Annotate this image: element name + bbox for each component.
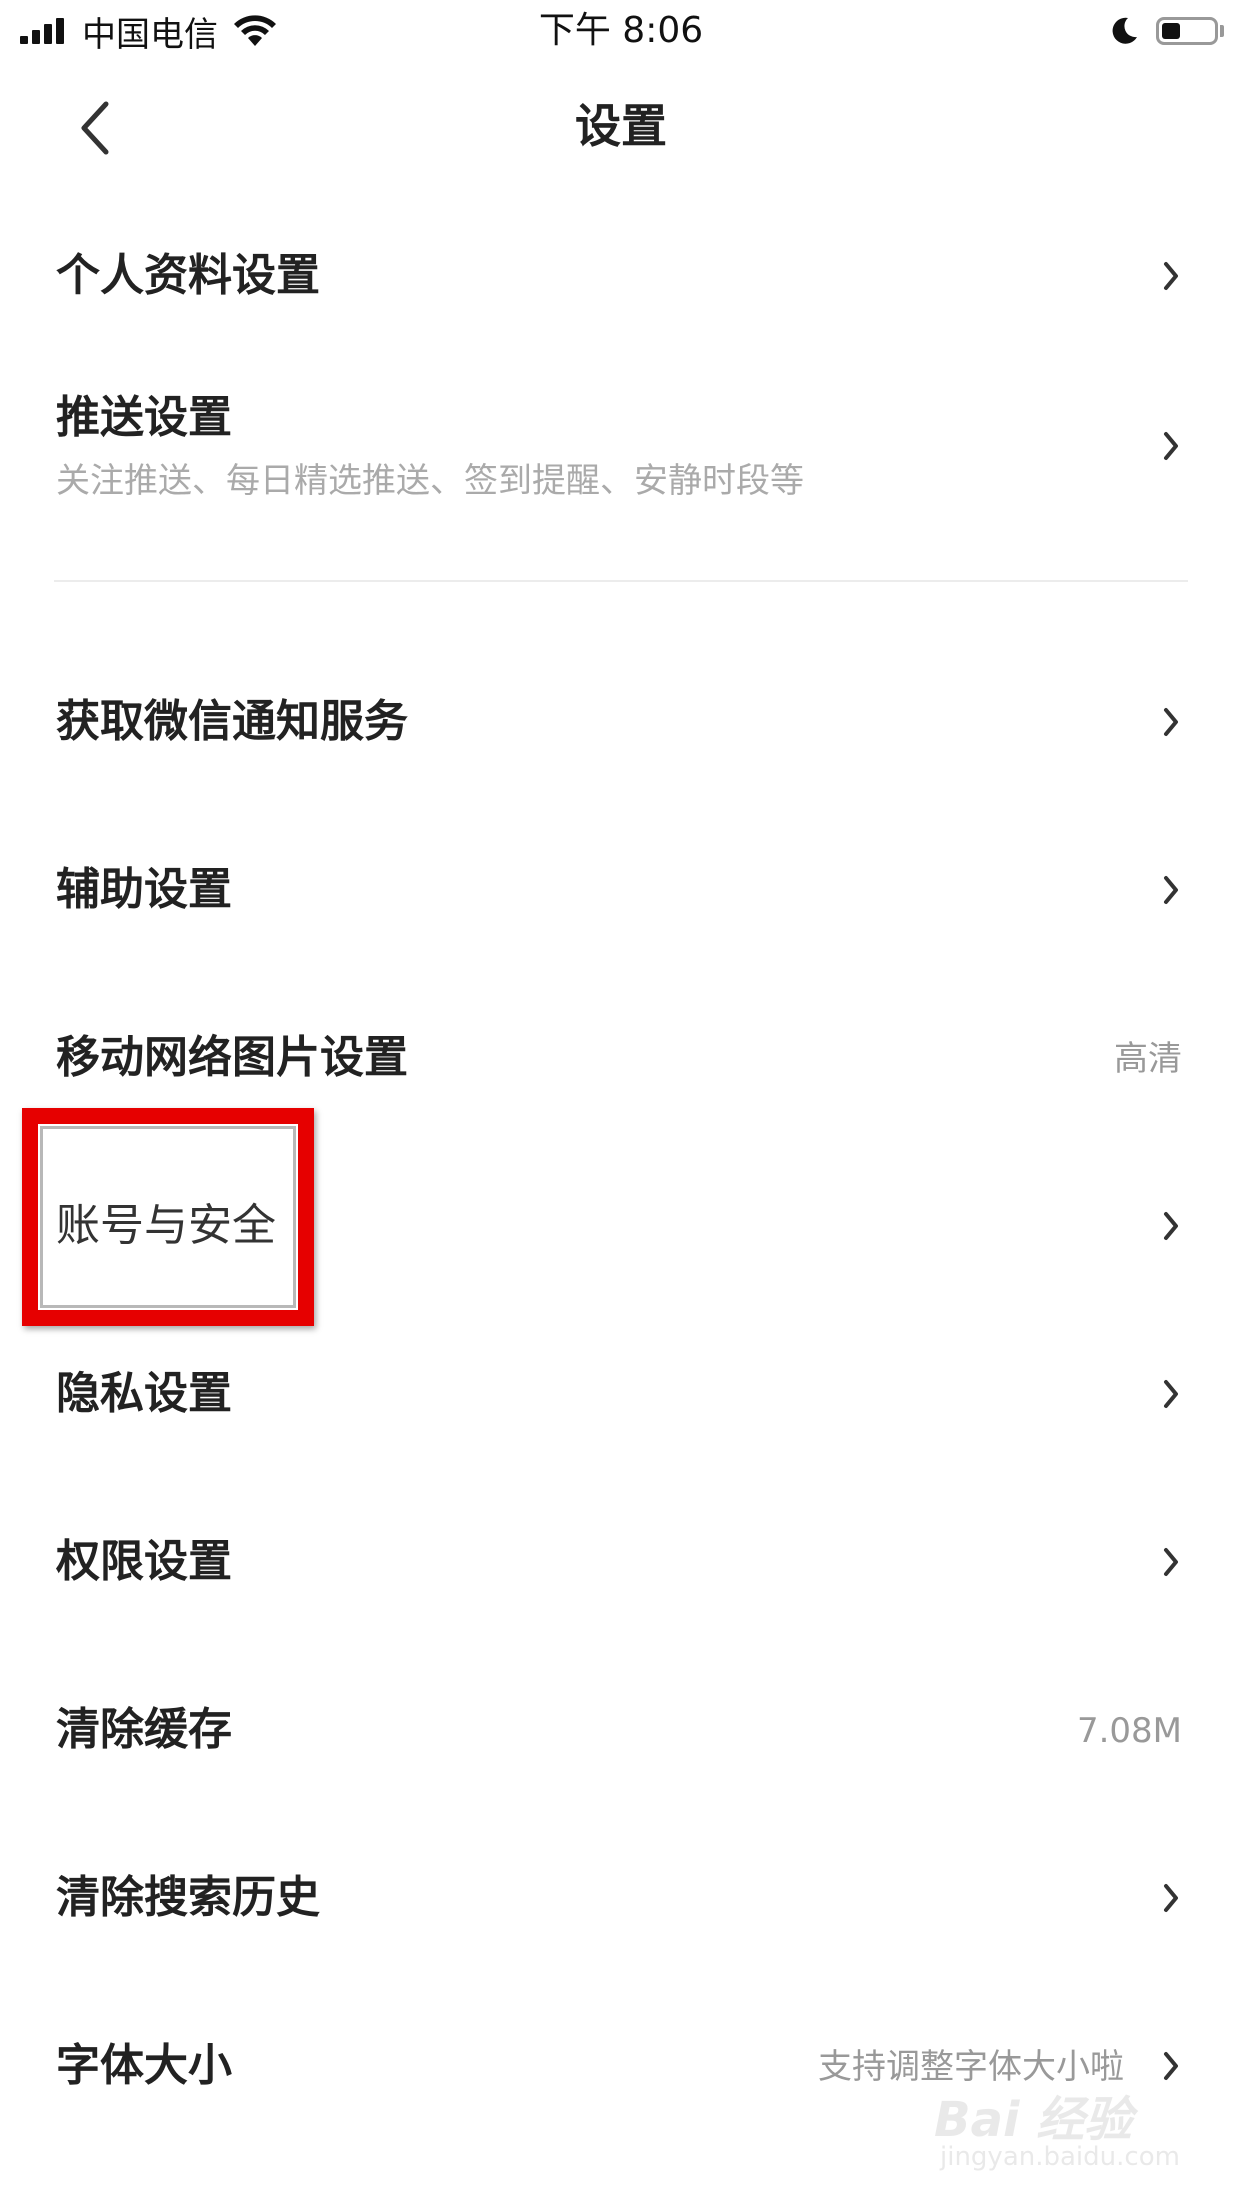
row-wechat-notify[interactable]: 获取微信通知服务 <box>0 662 1242 782</box>
row-label: 获取微信通知服务 <box>56 696 408 747</box>
row-label: 隐私设置 <box>56 1368 232 1419</box>
row-profile-settings[interactable]: 个人资料设置 <box>0 216 1242 336</box>
highlight-box <box>22 1108 314 1326</box>
row-value: 高清 <box>1114 1039 1182 1079</box>
row-push-settings[interactable]: 推送设置 关注推送、每日精选推送、签到提醒、安静时段等 <box>0 376 1242 536</box>
row-label: 权限设置 <box>56 1536 232 1587</box>
watermark-sub: jingyan.baidu.com <box>940 2142 1180 2172</box>
row-clear-cache[interactable]: 清除缓存 7.08M <box>0 1670 1242 1790</box>
row-privacy[interactable]: 隐私设置 <box>0 1334 1242 1454</box>
watermark: Bai 经验 jingyan.baidu.com <box>934 2080 1184 2190</box>
status-right <box>1108 8 1224 54</box>
chevron-right-icon <box>1164 2052 1178 2080</box>
battery-cap <box>1220 25 1224 37</box>
status-bar: 中国电信 下午 8:06 <box>0 0 1242 62</box>
chevron-right-icon <box>1164 1380 1178 1408</box>
chevron-right-icon <box>1164 1548 1178 1576</box>
chevron-right-icon <box>1164 1212 1178 1240</box>
chevron-right-icon <box>1164 708 1178 736</box>
nav-bar: 设置 <box>0 62 1242 192</box>
row-label: 个人资料设置 <box>56 250 320 301</box>
row-label: 推送设置 <box>56 392 232 443</box>
row-subtitle: 关注推送、每日精选推送、签到提醒、安静时段等 <box>56 461 804 501</box>
moon-icon <box>1112 17 1137 44</box>
row-label: 清除搜索历史 <box>56 1872 320 1923</box>
row-clear-search-history[interactable]: 清除搜索历史 <box>0 1838 1242 1958</box>
chevron-right-icon <box>1164 262 1178 290</box>
page-title: 设置 <box>575 99 667 153</box>
row-permissions[interactable]: 权限设置 <box>0 1502 1242 1622</box>
chevron-right-icon <box>1164 876 1178 904</box>
battery-fill <box>1162 23 1180 39</box>
battery-icon <box>1156 17 1218 45</box>
chevron-right-icon <box>1164 432 1178 460</box>
row-label: 辅助设置 <box>56 864 232 915</box>
section-divider <box>54 580 1188 582</box>
row-label: 字体大小 <box>56 2040 232 2091</box>
row-mobile-images[interactable]: 移动网络图片设置 高清 <box>0 998 1242 1118</box>
row-accessibility[interactable]: 辅助设置 <box>0 830 1242 950</box>
chevron-right-icon <box>1164 1884 1178 1912</box>
row-label: 清除缓存 <box>56 1704 232 1755</box>
watermark-text: Bai 经验 <box>934 2092 1133 2148</box>
cache-size-value: 7.08M <box>1076 1711 1182 1751</box>
row-label: 移动网络图片设置 <box>56 1032 408 1083</box>
status-time: 下午 8:06 <box>538 10 704 51</box>
